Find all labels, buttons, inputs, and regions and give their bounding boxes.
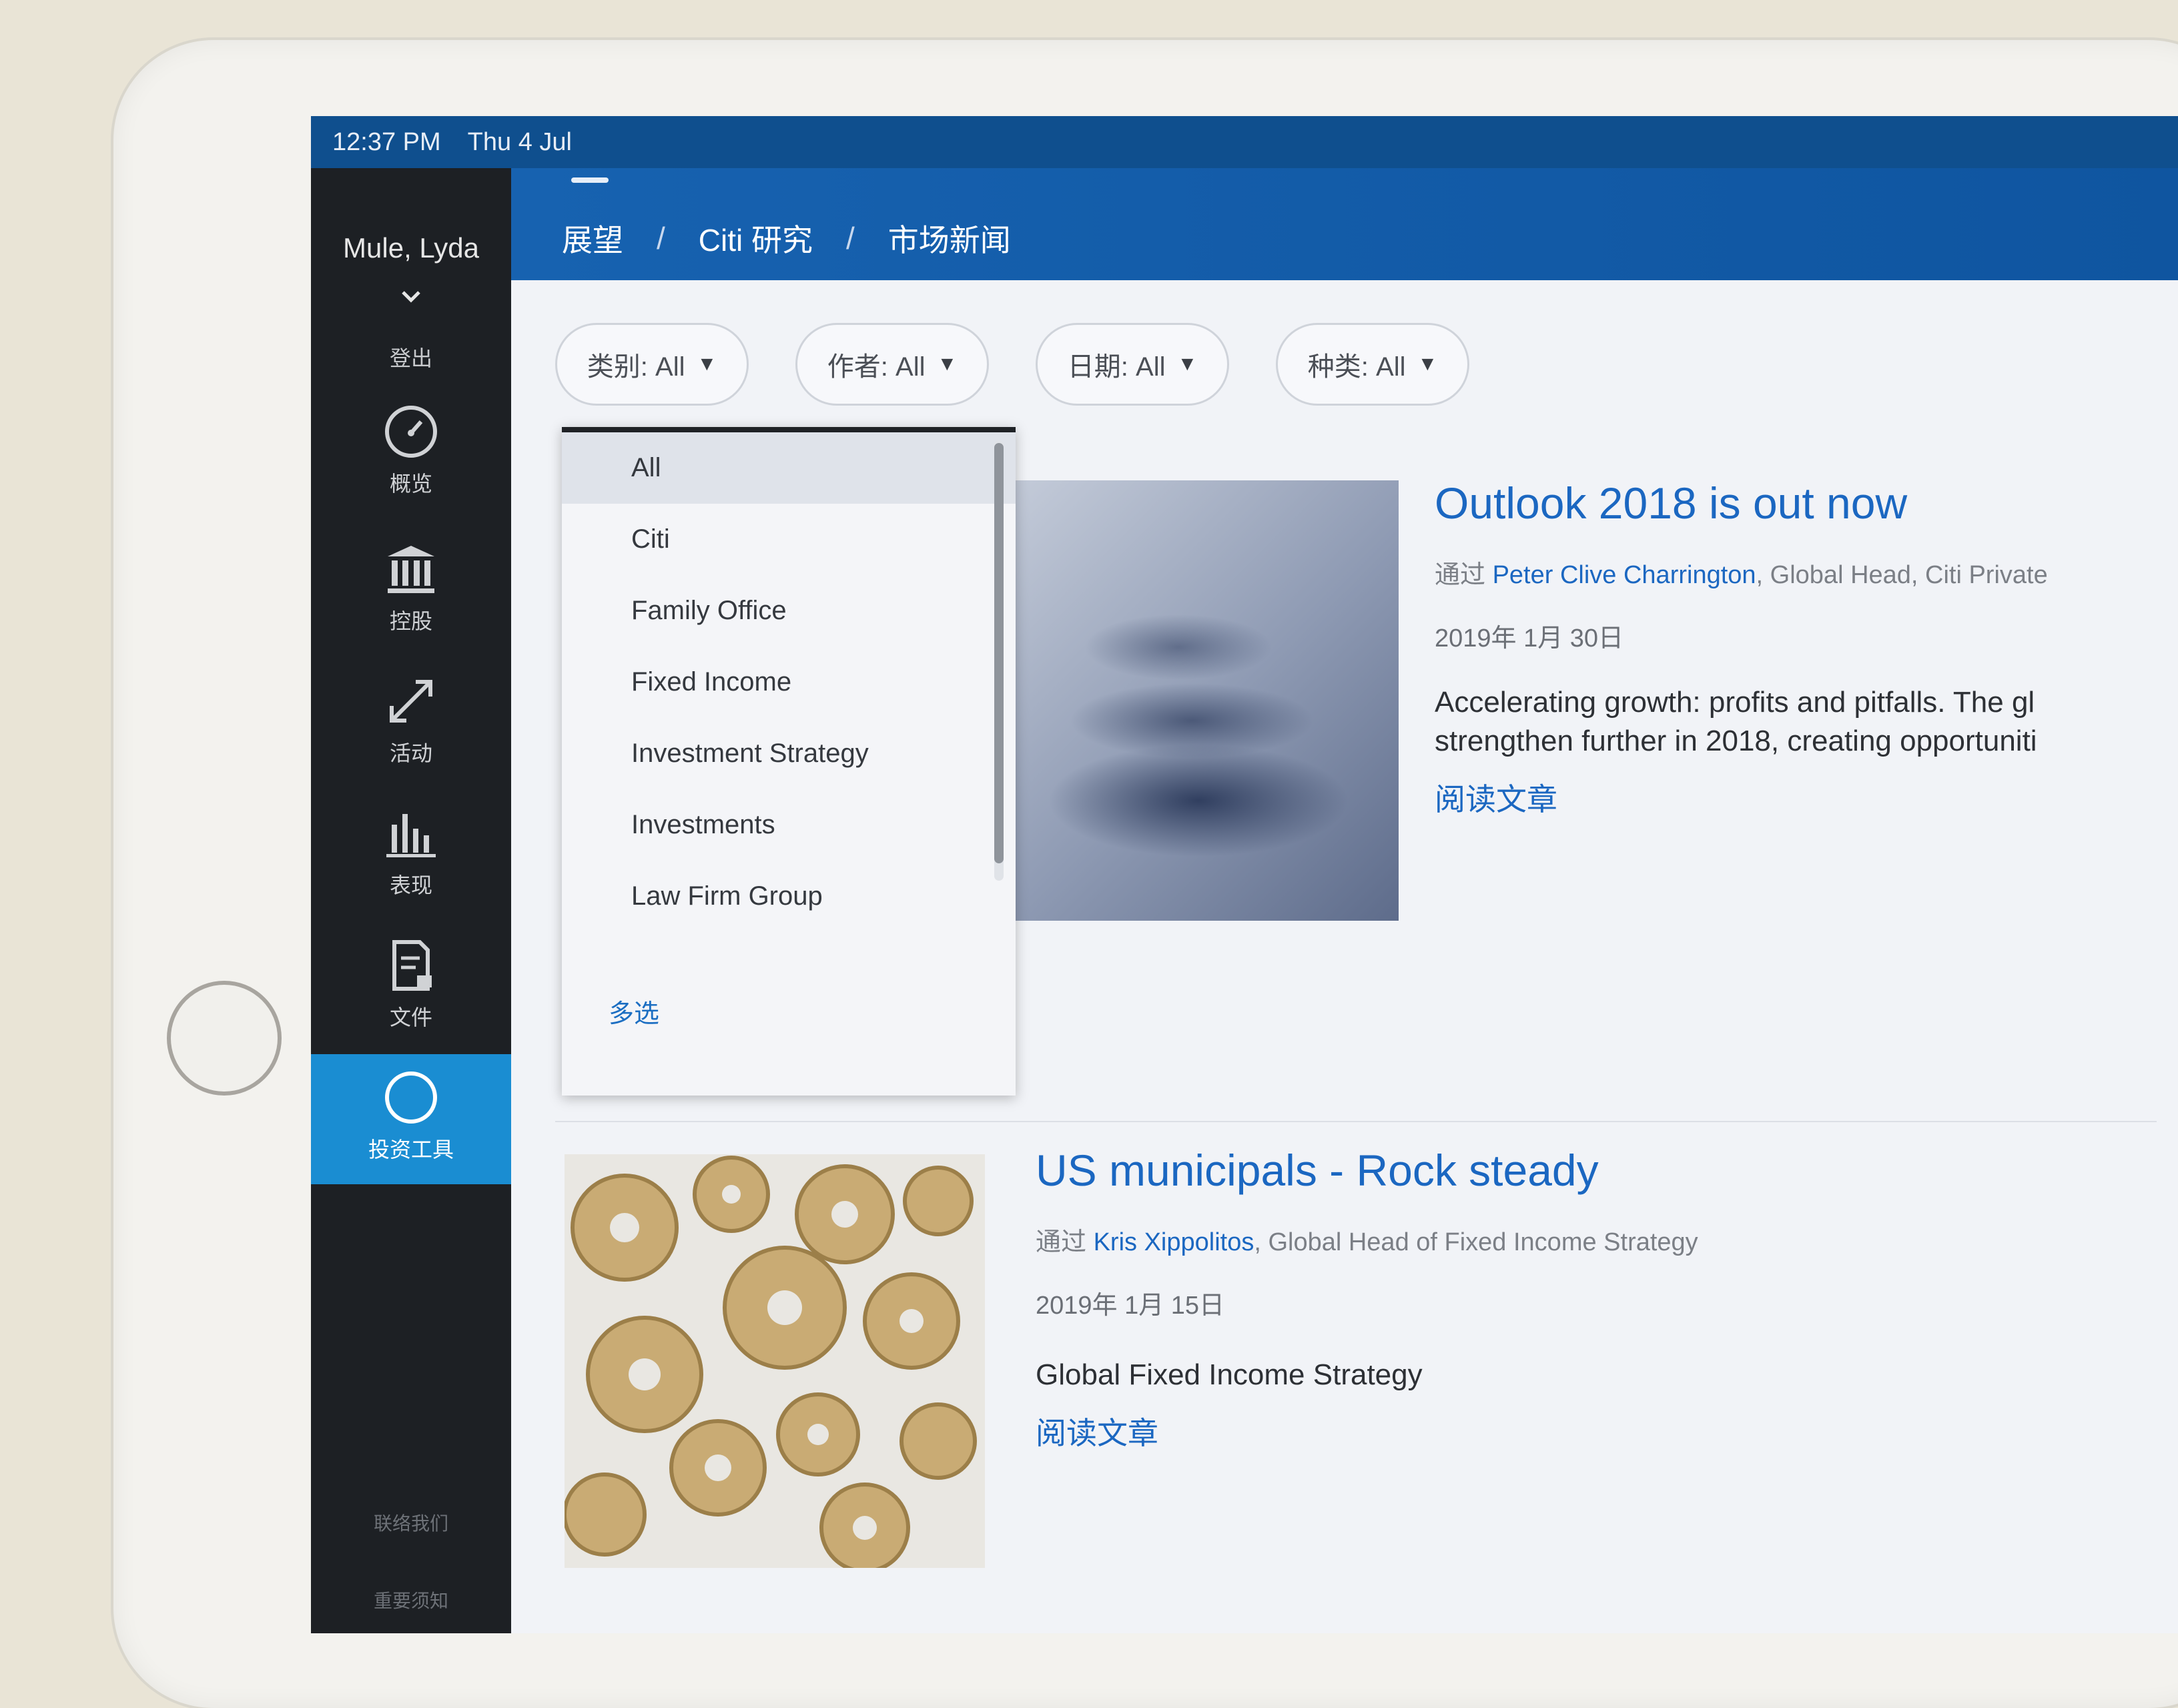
- drag-handle[interactable]: [571, 177, 609, 183]
- breadcrumb-citi-research[interactable]: Citi 研究: [699, 216, 813, 260]
- compass-icon: [385, 1072, 437, 1124]
- filter-label: 日期: All: [1067, 352, 1166, 382]
- divider: [555, 1121, 2157, 1122]
- article-image-outlook[interactable]: [978, 480, 1399, 921]
- filter-bar: 类别: All ▼ 作者: All ▼ 日期: All ▼ 种类: All ▼: [555, 323, 1469, 406]
- tablet-screen: 12:37 PM Thu 4 Jul Mule, Lyda 登出 概览 控股 活…: [311, 116, 2178, 1633]
- home-button[interactable]: [167, 981, 282, 1096]
- description-line: Accelerating growth: profits and pitfall…: [1435, 686, 2035, 719]
- chevron-down-icon[interactable]: [395, 280, 427, 312]
- article-date: 2019年 1月 15日: [1036, 1292, 1225, 1320]
- article-description: Accelerating growth: profits and pitfall…: [1435, 683, 2178, 761]
- sidebar-item-holdings[interactable]: 控股: [311, 526, 511, 656]
- caret-down-icon: ▼: [697, 353, 717, 375]
- gears-illustration: [565, 1156, 977, 1568]
- user-name: Mule, Lyda: [343, 232, 479, 264]
- filter-label: 作者: All: [827, 352, 926, 382]
- category-filter[interactable]: 类别: All ▼: [555, 323, 749, 406]
- author-role: , Global Head of Fixed Income Strategy: [1254, 1228, 1698, 1256]
- breadcrumb-separator: /: [846, 221, 855, 256]
- dropdown-option[interactable]: Family Office: [562, 575, 1016, 647]
- header-bar: 展望 / Citi 研究 / 市场新闻: [511, 168, 2178, 280]
- filter-label: 类别: All: [587, 352, 685, 382]
- sidebar-item-activity[interactable]: 活动: [311, 658, 511, 788]
- status-date: Thu 4 Jul: [467, 127, 572, 156]
- dropdown-option[interactable]: Citi: [562, 504, 1016, 575]
- main-content: 类别: All ▼ 作者: All ▼ 日期: All ▼ 种类: All ▼ …: [511, 280, 2178, 1633]
- article-title[interactable]: US municipals - Rock steady: [1036, 1145, 1970, 1196]
- sidebar-item-label: 活动: [389, 741, 432, 765]
- type-filter[interactable]: 种类: All ▼: [1276, 323, 1469, 406]
- sidebar: Mule, Lyda 登出 概览 控股 活动 表现 文件 投资工具 联络我们 重…: [311, 168, 511, 1633]
- by-prefix: 通过: [1036, 1228, 1087, 1256]
- sidebar-item-label: 文件: [389, 1005, 432, 1029]
- multi-select-button[interactable]: 多选: [609, 993, 659, 1029]
- caret-down-icon: ▼: [1177, 353, 1198, 375]
- bar-chart-icon: [386, 814, 436, 857]
- sidebar-item-label: 概览: [389, 472, 432, 496]
- dropdown-option[interactable]: Fixed Income: [562, 647, 1016, 718]
- article-byline: 通过 Kris Xippolitos, Global Head of Fixed…: [1036, 1221, 1970, 1258]
- author-link[interactable]: Peter Clive Charrington: [1493, 561, 1756, 589]
- read-article-link[interactable]: 阅读文章: [1435, 775, 2178, 819]
- status-bar: 12:37 PM Thu 4 Jul: [311, 116, 2178, 168]
- by-prefix: 通过: [1435, 561, 1486, 589]
- article-date: 2019年 1月 30日: [1435, 624, 1624, 653]
- article-card: US municipals - Rock steady 通过 Kris Xipp…: [1036, 1145, 1970, 1453]
- category-dropdown-menu: All Citi Family Office Fixed Income Inve…: [562, 427, 1016, 1096]
- date-filter[interactable]: 日期: All ▼: [1036, 323, 1229, 406]
- bank-icon: [388, 546, 434, 593]
- dropdown-option[interactable]: All: [562, 432, 1016, 504]
- sidebar-item-label: 表现: [389, 873, 432, 897]
- filter-label: 种类: All: [1307, 352, 1406, 382]
- dropdown-option[interactable]: Investment Strategy: [562, 718, 1016, 789]
- breadcrumb-outlook[interactable]: 展望: [562, 216, 623, 260]
- article-byline: 通过 Peter Clive Charrington, Global Head,…: [1435, 554, 2178, 590]
- article-card: Outlook 2018 is out now 通过 Peter Clive C…: [1435, 478, 2178, 819]
- status-time: 12:37 PM: [332, 127, 441, 156]
- breadcrumb: 展望 / Citi 研究 / 市场新闻: [562, 216, 1011, 260]
- breadcrumb-separator: /: [657, 221, 665, 256]
- author-role: , Global Head, Citi Private: [1756, 561, 2048, 589]
- dropdown-scroll-thumb[interactable]: [994, 443, 1004, 863]
- sidebar-item-performance[interactable]: 表现: [311, 790, 511, 920]
- article-image-gears[interactable]: [565, 1154, 985, 1568]
- sidebar-item-label: 控股: [389, 609, 432, 633]
- important-notice-link[interactable]: 重要须知: [311, 1587, 511, 1613]
- speedometer-icon: [385, 406, 437, 458]
- caret-down-icon: ▼: [937, 353, 958, 375]
- article-description: Global Fixed Income Strategy: [1036, 1358, 1423, 1391]
- caret-down-icon: ▼: [1417, 353, 1438, 375]
- logout-button[interactable]: 登出: [311, 342, 511, 372]
- author-link[interactable]: Kris Xippolitos: [1094, 1228, 1254, 1256]
- article-title[interactable]: Outlook 2018 is out now: [1435, 478, 2178, 528]
- dropdown-option[interactable]: Law Firm Group: [562, 861, 1016, 932]
- author-filter[interactable]: 作者: All ▼: [795, 323, 989, 406]
- sidebar-item-investment-tools[interactable]: 投资工具: [311, 1054, 511, 1184]
- document-lock-icon: [392, 940, 432, 991]
- description-line: strengthen further in 2018, creating opp…: [1435, 725, 2037, 757]
- breadcrumb-market-news[interactable]: 市场新闻: [888, 216, 1011, 260]
- dropdown-option[interactable]: Investments: [562, 789, 1016, 861]
- sidebar-item-documents[interactable]: 文件: [311, 922, 511, 1052]
- contact-us-link[interactable]: 联络我们: [311, 1509, 511, 1536]
- arrows-expand-icon: [390, 680, 432, 723]
- sidebar-item-label: 投资工具: [368, 1138, 454, 1162]
- read-article-link[interactable]: 阅读文章: [1036, 1409, 1970, 1453]
- sidebar-item-overview[interactable]: 概览: [311, 388, 511, 518]
